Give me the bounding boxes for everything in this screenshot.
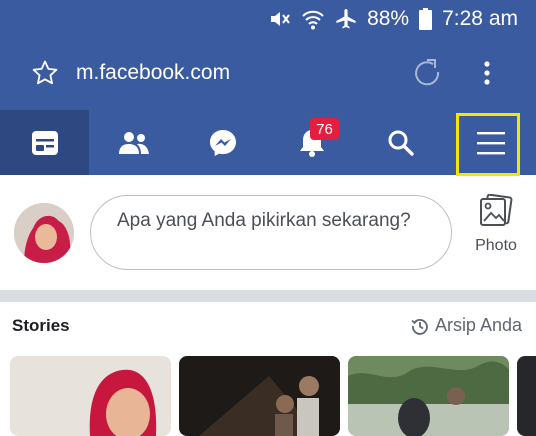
story-thumbnail: [517, 356, 536, 436]
tab-messenger[interactable]: [178, 110, 267, 175]
photo-icon: [480, 193, 513, 226]
battery-icon: [419, 8, 433, 30]
archive-link[interactable]: Arsip Anda: [411, 315, 522, 336]
stories-heading: Stories: [12, 316, 70, 335]
menu-highlight-box: [456, 113, 520, 176]
notifications-badge: 76: [310, 118, 339, 140]
archive-label: Arsip Anda: [434, 315, 522, 335]
history-icon: [411, 318, 428, 335]
search-icon: [388, 130, 414, 156]
section-divider: [0, 290, 536, 302]
tab-friends[interactable]: [89, 110, 178, 175]
status-bar: 88% 7:28 am: [269, 4, 518, 34]
story-thumbnail: [10, 356, 171, 436]
story-card[interactable]: [348, 356, 509, 436]
messenger-icon: [209, 129, 236, 156]
photo-button[interactable]: Photo: [470, 193, 522, 255]
news-feed-icon: [31, 130, 58, 155]
url-text[interactable]: m.facebook.com: [76, 61, 230, 85]
mute-icon: [271, 12, 290, 26]
bookmark-star-icon[interactable]: [32, 60, 58, 85]
wifi-icon: [302, 10, 324, 30]
story-thumbnail: [179, 356, 340, 436]
story-card[interactable]: [10, 356, 171, 436]
story-thumbnail: [348, 356, 509, 436]
clock: 7:28 am: [442, 7, 518, 30]
story-card[interactable]: [179, 356, 340, 436]
reload-icon[interactable]: [413, 58, 441, 86]
friends-icon: [118, 131, 149, 154]
story-card[interactable]: [517, 356, 536, 436]
avatar-photo: [14, 203, 74, 263]
more-options-icon[interactable]: [483, 60, 491, 86]
airplane-icon: [336, 9, 356, 29]
tab-news-feed[interactable]: [0, 110, 89, 175]
battery-percent: 88%: [367, 7, 410, 30]
profile-avatar[interactable]: [14, 203, 74, 263]
tab-search[interactable]: [356, 110, 445, 175]
status-composer-input[interactable]: Apa yang Anda pikirkan sekarang?: [90, 195, 452, 270]
photo-label: Photo: [475, 237, 517, 254]
